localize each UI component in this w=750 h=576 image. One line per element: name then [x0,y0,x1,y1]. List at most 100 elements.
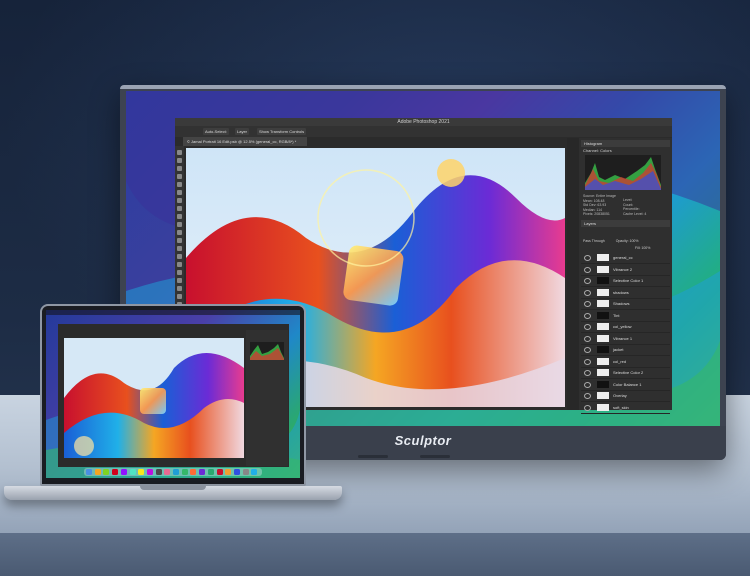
layer-row[interactable]: general_cc [581,252,670,264]
layer-thumbnail [597,254,609,261]
layer-name: Overlay [613,393,627,398]
dock-app-icon[interactable] [138,469,145,475]
dock-app-icon[interactable] [207,469,214,475]
history-brush-icon[interactable] [177,222,182,227]
layer-row[interactable]: Selective Color 1 [581,275,670,287]
visibility-eye-icon[interactable] [584,324,591,330]
healing-tool-icon[interactable] [177,198,182,203]
quick-select-tool-icon[interactable] [177,174,182,179]
visibility-eye-icon[interactable] [584,381,591,388]
eyedropper-tool-icon[interactable] [177,190,182,195]
path-select-tool-icon[interactable] [177,278,182,283]
marquee-tool-icon[interactable] [177,158,182,163]
dock-app-icon[interactable] [129,469,136,475]
window-title: Adobe Photoshop 2021 [175,118,672,126]
dock-app-icon[interactable] [146,469,153,475]
histogram-stats-right: Level: Count: Percentile: Cache Level: 4 [623,198,647,216]
hand-tool-icon[interactable] [177,294,182,299]
layer-row[interactable]: soft_skin [581,402,670,414]
dock-app-icon[interactable] [199,469,206,475]
layer-name: Color Balance 1 [613,381,642,387]
dock-app-icon[interactable] [86,469,92,475]
dock-app-icon[interactable] [225,469,232,475]
layer-name: general_cc [613,255,633,260]
brush-tool-icon[interactable] [177,206,182,211]
layer-row[interactable]: Overlay [581,390,670,402]
dock-app-icon[interactable] [181,469,188,475]
gradient-tool-icon[interactable] [177,238,182,243]
layer-thumbnail [597,277,609,284]
laptop-histogram [250,342,284,360]
dock-app-icon[interactable] [216,469,223,475]
layer-select[interactable]: Layer [235,128,250,135]
blend-mode-select[interactable]: Pass Through [583,239,605,243]
auto-select-label[interactable]: Auto-Select: [203,128,229,135]
dock-app-icon[interactable] [155,469,162,475]
pen-tool-icon[interactable] [177,262,182,267]
shape-tool-icon[interactable] [177,286,182,291]
layer-row[interactable]: col_yellow [581,321,670,333]
dock-app-icon[interactable] [242,469,249,475]
visibility-eye-icon[interactable] [584,404,591,411]
layer-row[interactable]: Vibrance 1 [581,333,670,345]
layer-thumbnail [597,311,609,319]
visibility-eye-icon[interactable] [584,370,591,376]
transform-controls-checkbox[interactable]: Show Transform Controls [257,128,307,135]
layer-row[interactable]: Color Balance 1 [581,379,670,391]
layer-row[interactable]: Selective Color 2 [581,367,670,379]
layer-name: jacket [613,347,624,352]
layer-row[interactable]: jacket [581,344,670,356]
visibility-eye-icon[interactable] [584,289,591,296]
layer-name: Selective Color 2 [613,370,644,375]
visibility-eye-icon[interactable] [584,347,591,353]
document-tab[interactable]: © Jamal Portrait 16 Edit.psb @ 12.5% (ge… [183,137,307,146]
dock-app-icon[interactable] [233,469,240,475]
monitor-button-left[interactable] [358,455,388,458]
dock-app-icon[interactable] [120,469,127,475]
layer-thumbnail [597,300,609,307]
visibility-eye-icon[interactable] [584,278,591,284]
stamp-tool-icon[interactable] [177,214,182,219]
layer-row[interactable]: shadows [581,287,670,299]
visibility-eye-icon[interactable] [584,255,591,261]
channel-select[interactable]: Colors [600,148,612,153]
blur-tool-icon[interactable] [177,246,182,251]
visibility-eye-icon[interactable] [584,312,591,319]
visibility-eye-icon[interactable] [584,266,591,273]
laptop-notch [140,486,206,490]
dock-app-icon[interactable] [190,469,197,475]
fill-field[interactable]: Fill: 100% [635,246,650,250]
dock-app-icon[interactable] [94,469,101,475]
dock-app-icon[interactable] [251,469,258,475]
dock-app-icon[interactable] [164,469,171,475]
layer-name: Shadows [613,301,630,306]
dodge-tool-icon[interactable] [177,254,182,259]
dock-app-icon[interactable] [103,469,110,475]
layer-row[interactable]: Shadows [581,298,670,310]
layer-name: col_red [613,358,627,364]
histogram-panel-title[interactable]: Histogram [581,140,670,147]
histogram-stats: Source: Entire Image Mean: 108.48 Std De… [583,194,616,216]
dock-app-icon[interactable] [112,469,119,475]
desk-edge [0,533,750,576]
lasso-tool-icon[interactable] [177,166,182,171]
eraser-tool-icon[interactable] [177,230,182,235]
visibility-eye-icon[interactable] [584,301,591,307]
dock-app-icon[interactable] [173,469,179,475]
layer-row[interactable]: col_red [581,356,670,368]
layer-thumbnail [597,369,609,376]
visibility-eye-icon[interactable] [584,393,591,399]
type-tool-icon[interactable] [177,270,182,275]
opacity-field[interactable]: Opacity: 100% [616,239,639,243]
layers-panel-title[interactable]: Layers [581,220,670,227]
layer-row[interactable]: Tint [581,310,670,322]
layer-thumbnail [597,334,609,342]
visibility-eye-icon[interactable] [584,335,591,342]
monitor-button-right[interactable] [420,455,450,458]
visibility-eye-icon[interactable] [584,358,591,365]
layer-row[interactable]: Vibrance 2 [581,264,670,276]
move-tool-icon[interactable] [177,150,182,155]
source-row: Source: Entire Image [583,194,616,198]
laptop-document-canvas[interactable] [64,338,244,458]
crop-tool-icon[interactable] [177,182,182,187]
